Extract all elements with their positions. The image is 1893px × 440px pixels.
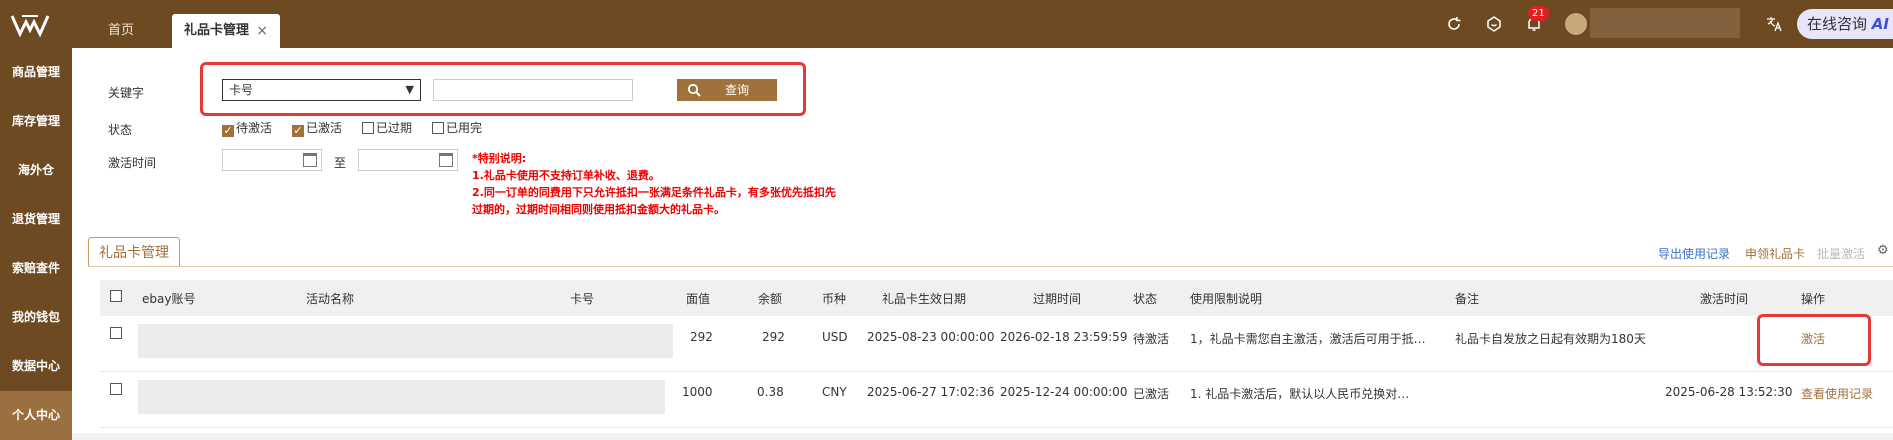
top-bar: 首页 礼品卡管理 × 21 在线咨询 AI [0, 0, 1893, 48]
refresh-icon[interactable] [1445, 15, 1463, 33]
column-header: ebay账号 [142, 292, 196, 306]
sidebar-item-products[interactable]: 商品管理 [0, 48, 72, 97]
cell-balance: 0.38 [757, 385, 784, 399]
to-label: 至 [334, 156, 347, 170]
redacted-cells [138, 380, 665, 414]
section-tab-gift-card[interactable]: 礼品卡管理 [88, 237, 180, 267]
activation-start-date-input[interactable] [222, 149, 322, 171]
tab-home[interactable]: 首页 [108, 14, 134, 48]
cell-face-value: 292 [690, 330, 713, 344]
calendar-icon[interactable] [439, 153, 453, 167]
column-header: 状态 [1133, 292, 1158, 306]
column-header: 余额 [758, 292, 783, 306]
column-header: 礼品卡生效日期 [882, 292, 967, 306]
cell-currency: CNY [822, 385, 847, 399]
table-header [100, 280, 1893, 316]
cell-expire-time: 2026-02-18 23:59:59 [1000, 330, 1128, 344]
column-header: 操作 [1801, 292, 1826, 306]
status-checkbox-pending[interactable]: ✓ 待激活 [222, 120, 273, 137]
checkbox-checked-icon: ✓ [292, 124, 304, 137]
select-all-checkbox[interactable] [110, 290, 122, 302]
translate-icon[interactable] [1765, 15, 1783, 33]
batch-activate-button[interactable]: 批量激活 [1817, 245, 1865, 262]
sidebar-item-returns[interactable]: 退货管理 [0, 195, 72, 244]
cell-remark: 礼品卡自发放之日起有效期为180天 [1455, 332, 1646, 346]
status-label: 状态 [108, 123, 133, 137]
export-usage-link[interactable]: 导出使用记录 [1658, 245, 1730, 262]
row-checkbox[interactable] [110, 383, 122, 395]
column-header: 过期时间 [1033, 292, 1082, 306]
cell-status: 已激活 [1133, 387, 1170, 401]
cell-effective-date: 2025-06-27 17:02:36 [867, 385, 995, 399]
notes-line: 1.礼品卡使用不支持订单补收、退费。 [472, 169, 660, 182]
gear-icon[interactable]: ⚙ [1877, 243, 1889, 258]
notes-line: 过期的，过期时间相同则使用抵扣金额大的礼品卡。 [472, 203, 725, 216]
sidebar-item-wallet[interactable]: 我的钱包 [0, 293, 72, 342]
cell-limit-desc: 1，礼品卡需您自主激活，激活后可用于抵… [1190, 332, 1426, 346]
checkbox-checked-icon: ✓ [222, 124, 234, 137]
highlight-box-activate [1757, 314, 1871, 366]
column-header: 币种 [822, 292, 847, 306]
cell-face-value: 1000 [682, 385, 713, 399]
cell-status: 待激活 [1133, 332, 1170, 346]
notification-badge: 21 [1528, 6, 1549, 21]
column-header: 活动名称 [306, 292, 355, 306]
status-option-label: 已用完 [446, 121, 483, 135]
sidebar-item-overseas-warehouse[interactable]: 海外仓 [0, 146, 72, 195]
apply-gift-card-link[interactable]: 申领礼品卡 [1745, 245, 1805, 262]
service-icon[interactable] [1485, 15, 1503, 33]
cell-limit-desc: 1. 礼品卡激活后，默认以人民币兑换对… [1190, 387, 1410, 401]
logo-icon[interactable] [10, 12, 50, 38]
activation-time-label: 激活时间 [108, 156, 157, 170]
tab-gift-card-management[interactable]: 礼品卡管理 × [172, 14, 280, 48]
column-header: 使用限制说明 [1190, 292, 1263, 306]
activation-end-date-input[interactable] [358, 149, 458, 171]
cell-effective-date: 2025-08-23 00:00:00 [867, 330, 995, 344]
checkbox-unchecked-icon [432, 122, 444, 134]
redacted-cells [138, 324, 673, 358]
special-notes: *特别说明: 1.礼品卡使用不支持订单补收、退费。 2.同一订单的同费用下只允许… [472, 150, 836, 218]
status-checkbox-used-up[interactable]: 已用完 [432, 120, 482, 136]
consult-label: 在线咨询 [1807, 15, 1868, 33]
online-consult-button[interactable]: 在线咨询 AI [1797, 9, 1893, 39]
sidebar-item-data-center[interactable]: 数据中心 [0, 342, 72, 391]
ai-label: AI [1871, 15, 1889, 33]
cell-balance: 292 [762, 330, 785, 344]
status-option-label: 已激活 [306, 121, 343, 135]
sidebar-item-inventory[interactable]: 库存管理 [0, 97, 72, 146]
column-header: 激活时间 [1700, 292, 1749, 306]
row-checkbox[interactable] [110, 327, 122, 339]
view-usage-link[interactable]: 查看使用记录 [1801, 385, 1873, 402]
notes-title: *特别说明: [472, 152, 527, 165]
avatar[interactable] [1565, 13, 1587, 35]
status-checkbox-activated[interactable]: ✓ 已激活 [292, 120, 343, 137]
column-header: 备注 [1455, 292, 1480, 306]
close-icon[interactable]: × [256, 14, 268, 48]
status-option-label: 待激活 [236, 121, 273, 135]
keyword-label: 关键字 [108, 86, 145, 100]
column-header: 面值 [686, 292, 711, 306]
notes-line: 2.同一订单的同费用下只允许抵扣一张满足条件礼品卡，有多张优先抵扣先 [472, 186, 836, 199]
sidebar-item-claims[interactable]: 索赔查件 [0, 244, 72, 293]
status-checkbox-expired[interactable]: 已过期 [362, 120, 412, 136]
sidebar: 商品管理 库存管理 海外仓 退货管理 索赔查件 我的钱包 数据中心 个人中心 [0, 48, 72, 440]
checkbox-unchecked-icon [362, 122, 374, 134]
highlight-box-search [200, 62, 806, 116]
cell-activate-time: 2025-06-28 13:52:30 [1665, 385, 1793, 399]
section-divider [88, 266, 1893, 267]
status-option-label: 已过期 [376, 121, 413, 135]
cell-currency: USD [822, 330, 848, 344]
cell-expire-time: 2025-12-24 00:00:00 [1000, 385, 1128, 399]
column-header: 卡号 [570, 292, 595, 306]
tab-label: 礼品卡管理 [184, 23, 250, 38]
calendar-icon[interactable] [303, 153, 317, 167]
username-redacted[interactable] [1590, 8, 1740, 38]
